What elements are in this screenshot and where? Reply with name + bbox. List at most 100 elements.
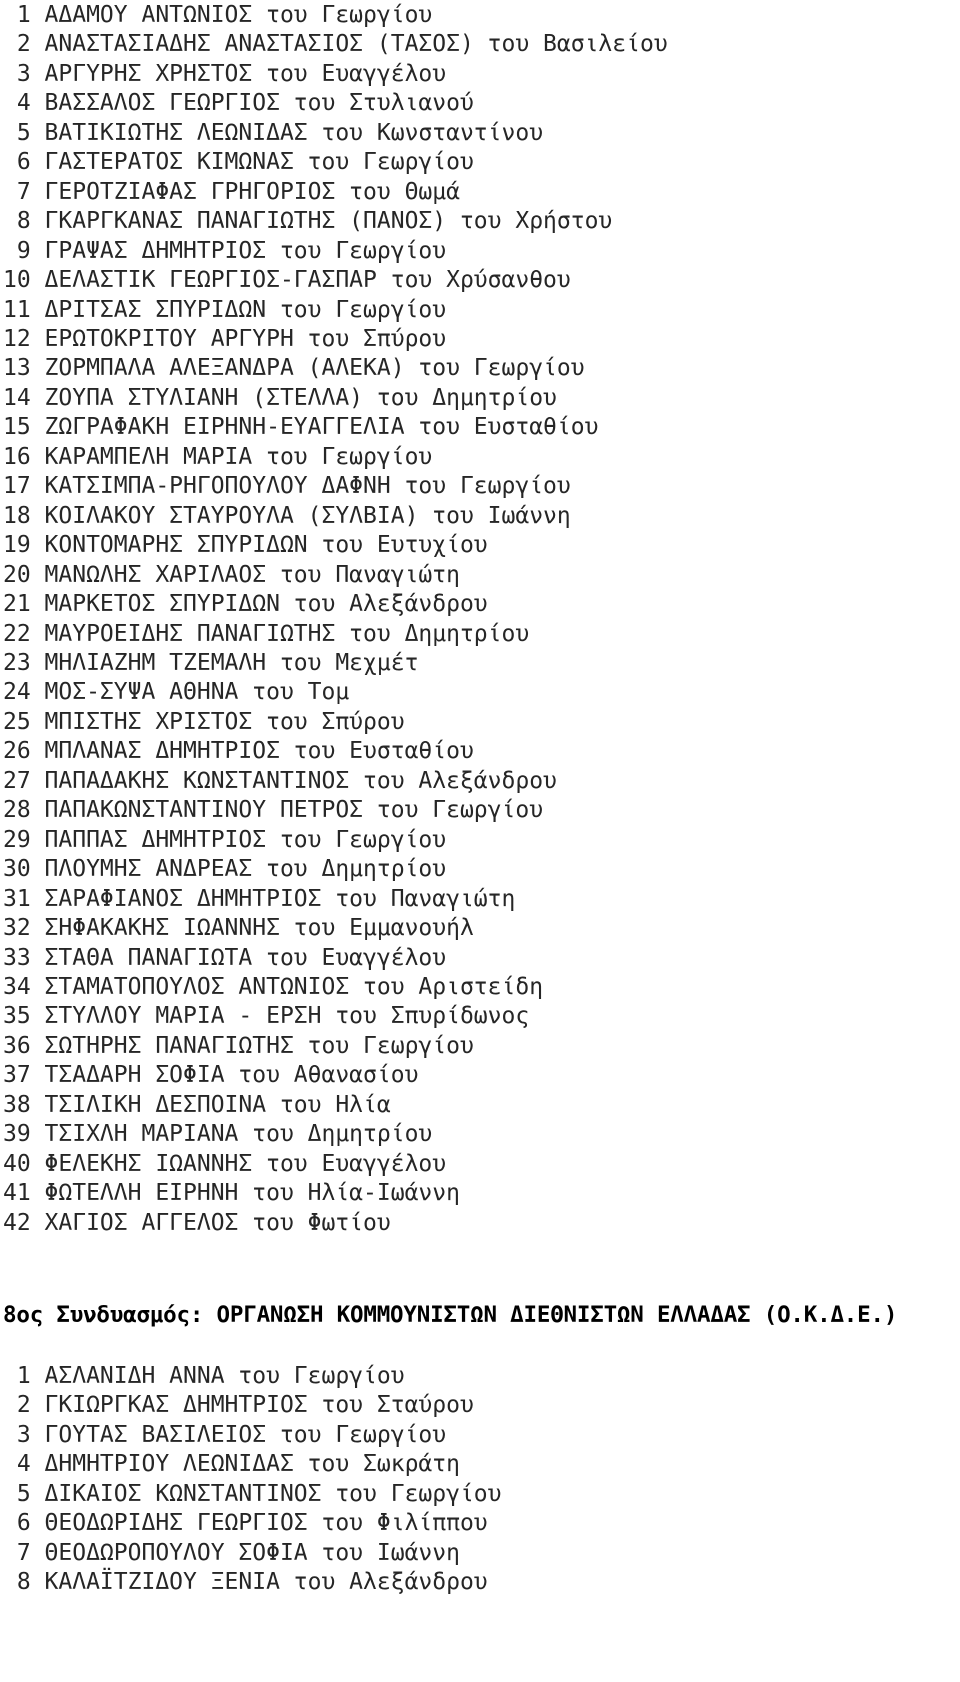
candidate-index: 15 xyxy=(3,414,31,441)
candidate-name: ΚΑΛΑΪΤΖΙΔΟΥ ΞΕΝΙΑ του Αλεξάνδρου xyxy=(44,1569,488,1596)
candidate-index: 24 xyxy=(3,679,31,706)
candidate-index: 30 xyxy=(3,856,31,883)
candidate-name: ΜΠΙΣΤΗΣ ΧΡΙΣΤΟΣ του Σπύρου xyxy=(44,708,405,735)
candidate-name: ΣΩΤΗΡΗΣ ΠΑΝΑΓΙΩΤΗΣ του Γεωργίου xyxy=(44,1032,474,1059)
candidate-index: 3 xyxy=(16,1421,31,1448)
candidate-row: 31 ΣΑΡΑΦΙΑΝΟΣ ΔΗΜΗΤΡΙΟΣ του Παναγιώτη xyxy=(3,885,960,914)
candidate-name: ΓΡΑΨΑΣ ΔΗΜΗΤΡΙΟΣ του Γεωργίου xyxy=(44,237,447,264)
candidate-index: 16 xyxy=(3,443,31,470)
candidate-row: 25 ΜΠΙΣΤΗΣ ΧΡΙΣΤΟΣ του Σπύρου xyxy=(3,708,960,737)
candidate-row: 13 ΖΟΡΜΠΑΛΑ ΑΛΕΞΑΝΔΡΑ (ΑΛΕΚΑ) του Γεωργί… xyxy=(3,354,960,383)
candidate-row: 7 ΓΕΡΟΤΖΙΑΦΑΣ ΓΡΗΓΟΡΙΟΣ του Θωμά xyxy=(3,178,960,207)
candidate-index: 18 xyxy=(3,502,31,529)
candidate-name: ΘΕΟΔΩΡΙΔΗΣ ΓΕΩΡΓΙΟΣ του Φιλίππου xyxy=(44,1510,488,1537)
candidate-name: ΘΕΟΔΩΡΟΠΟΥΛΟΥ ΣΟΦΙΑ του Ιωάννη xyxy=(44,1539,460,1566)
candidate-section-2: 1 ΑΣΛΑΝΙΔΗ ΑΝΝΑ του Γεωργίου 2 ΓΚΙΩΡΓΚΑΣ … xyxy=(0,1362,960,1598)
candidate-row: 20 ΜΑΝΩΛΗΣ ΧΑΡΙΛΑΟΣ του Παναγιώτη xyxy=(3,561,960,590)
candidate-row: 40 ΦΕΛΕΚΗΣ ΙΩΑΝΝΗΣ του Ευαγγέλου xyxy=(3,1150,960,1179)
candidate-row: 32 ΣΗΦΑΚΑΚΗΣ ΙΩΑΝΝΗΣ του Εμμανουήλ xyxy=(3,914,960,943)
candidate-index: 7 xyxy=(16,1539,31,1566)
candidate-name: ΔΡΙΤΣΑΣ ΣΠΥΡΙΔΩΝ του Γεωργίου xyxy=(44,296,447,323)
candidate-name: ΣΤΑΜΑΤΟΠΟΥΛΟΣ ΑΝΤΩΝΙΟΣ του Αριστείδη xyxy=(44,973,544,1000)
candidate-row: 12 ΕΡΩΤΟΚΡΙΤΟΥ ΑΡΓΥΡΗ του Σπύρου xyxy=(3,325,960,354)
candidate-row: 2 ΑΝΑΣΤΑΣΙΑΔΗΣ ΑΝΑΣΤΑΣΙΟΣ (ΤΑΣΟΣ) του Βα… xyxy=(3,30,960,59)
candidate-name: ΣΗΦΑΚΑΚΗΣ ΙΩΑΝΝΗΣ του Εμμανουήλ xyxy=(44,915,474,942)
candidate-row: 5 ΔΙΚΑΙΟΣ ΚΩΝΣΤΑΝΤΙΝΟΣ του Γεωργίου xyxy=(3,1480,960,1509)
candidate-index: 28 xyxy=(3,797,31,824)
candidate-index: 13 xyxy=(3,355,31,382)
candidate-index: 39 xyxy=(3,1121,31,1148)
candidate-index: 1 xyxy=(16,2,31,28)
candidate-index: 42 xyxy=(3,1209,31,1236)
candidate-row: 37 ΤΣΑΔΑΡΗ ΣΟΦΙΑ του Αθανασίου xyxy=(3,1061,960,1090)
candidate-index: 33 xyxy=(3,944,31,971)
candidate-row: 33 ΣΤΑΘΑ ΠΑΝΑΓΙΩΤΑ του Ευαγγέλου xyxy=(3,944,960,973)
candidate-index: 5 xyxy=(16,119,31,146)
candidate-name: ΠΑΠΠΑΣ ΔΗΜΗΤΡΙΟΣ του Γεωργίου xyxy=(44,826,447,853)
candidate-row: 7 ΘΕΟΔΩΡΟΠΟΥΛΟΥ ΣΟΦΙΑ του Ιωάννη xyxy=(3,1539,960,1568)
candidate-index: 2 xyxy=(16,31,31,58)
candidate-index: 7 xyxy=(16,178,31,205)
candidate-name: ΒΑΤΙΚΙΩΤΗΣ ΛΕΩΝΙΔΑΣ του Κωνσταντίνου xyxy=(44,119,544,146)
candidate-name: ΑΝΑΣΤΑΣΙΑΔΗΣ ΑΝΑΣΤΑΣΙΟΣ (ΤΑΣΟΣ) του Βασι… xyxy=(44,31,668,58)
candidate-index: 8 xyxy=(16,1569,31,1596)
candidate-name: ΜΑΥΡΟΕΙΔΗΣ ΠΑΝΑΓΙΩΤΗΣ του Δημητρίου xyxy=(44,620,530,647)
candidate-name: ΠΛΟΥΜΗΣ ΑΝΔΡΕΑΣ του Δημητρίου xyxy=(44,856,447,883)
candidate-row: 23 ΜΗΛΙΑΖΗΜ ΤΖΕΜΑΛΗ του Μεχμέτ xyxy=(3,649,960,678)
candidate-name: ΑΔΑΜΟΥ ΑΝΤΩΝΙΟΣ του Γεωργίου xyxy=(44,2,433,28)
heading-gap xyxy=(0,1331,960,1362)
candidate-name: ΣΤΥΛΛΟΥ ΜΑΡΙΑ - ΕΡΣΗ του Σπυρίδωνος xyxy=(44,1003,530,1030)
candidate-index: 26 xyxy=(3,738,31,765)
candidate-index: 23 xyxy=(3,649,31,676)
candidate-index: 9 xyxy=(16,237,31,264)
candidate-name: ΓΚΑΡΓΚΑΝΑΣ ΠΑΝΑΓΙΩΤΗΣ (ΠΑΝΟΣ) του Χρήστο… xyxy=(44,208,613,235)
candidate-row: 14 ΖΟΥΠΑ ΣΤΥΛΙΑΝΗ (ΣΤΕΛΛΑ) του Δημητρίου xyxy=(3,384,960,413)
candidate-index: 5 xyxy=(16,1480,31,1507)
candidate-row: 29 ΠΑΠΠΑΣ ΔΗΜΗΤΡΙΟΣ του Γεωργίου xyxy=(3,826,960,855)
candidate-name: ΜΑΡΚΕΤΟΣ ΣΠΥΡΙΔΩΝ του Αλεξάνδρου xyxy=(44,591,488,618)
candidate-index: 2 xyxy=(16,1392,31,1419)
candidate-row: 21 ΜΑΡΚΕΤΟΣ ΣΠΥΡΙΔΩΝ του Αλεξάνδρου xyxy=(3,590,960,619)
candidate-row: 34 ΣΤΑΜΑΤΟΠΟΥΛΟΣ ΑΝΤΩΝΙΟΣ του Αριστείδη xyxy=(3,973,960,1002)
candidate-row: 10 ΔΕΛΑΣΤΙΚ ΓΕΩΡΓΙΟΣ-ΓΑΣΠΑΡ του Χρύσανθο… xyxy=(3,266,960,295)
candidate-row: 28 ΠΑΠΑΚΩΝΣΤΑΝΤΙΝΟΥ ΠΕΤΡΟΣ του Γεωργίου xyxy=(3,796,960,825)
candidate-name: ΜΟΣ-ΣΥΨΑ ΑΘΗΝΑ του Τομ xyxy=(44,679,350,706)
candidate-index: 21 xyxy=(3,591,31,618)
candidate-index: 38 xyxy=(3,1091,31,1118)
candidate-row: 9 ΓΡΑΨΑΣ ΔΗΜΗΤΡΙΟΣ του Γεωργίου xyxy=(3,237,960,266)
candidate-name: ΖΟΡΜΠΑΛΑ ΑΛΕΞΑΝΔΡΑ (ΑΛΕΚΑ) του Γεωργίου xyxy=(44,355,585,382)
candidate-name: ΚΟΙΛΑΚΟΥ ΣΤΑΥΡΟΥΛΑ (ΣΥΛΒΙΑ) του Ιωάννη xyxy=(44,502,571,529)
candidate-row: 1 ΑΔΑΜΟΥ ΑΝΤΩΝΙΟΣ του Γεωργίου xyxy=(3,1,960,30)
candidate-index: 34 xyxy=(3,973,31,1000)
candidate-index: 6 xyxy=(16,1510,31,1537)
candidate-row: 22 ΜΑΥΡΟΕΙΔΗΣ ΠΑΝΑΓΙΩΤΗΣ του Δημητρίου xyxy=(3,620,960,649)
candidate-row: 42 ΧΑΓΙΟΣ ΑΓΓΕΛΟΣ του Φωτίου xyxy=(3,1209,960,1238)
candidate-name: ΔΗΜΗΤΡΙΟΥ ΛΕΩΝΙΔΑΣ του Σωκράτη xyxy=(44,1451,460,1478)
candidate-name: ΓΚΙΩΡΓΚΑΣ ΔΗΜΗΤΡΙΟΣ του Σταύρου xyxy=(44,1392,474,1419)
document-page: 1 ΑΔΑΜΟΥ ΑΝΤΩΝΙΟΣ του Γεωργίου 2 ΑΝΑΣΤΑΣΙ… xyxy=(0,0,960,1682)
candidate-index: 12 xyxy=(3,325,31,352)
candidate-index: 6 xyxy=(16,149,31,176)
candidate-row: 41 ΦΩΤΕΛΛΗ ΕΙΡΗΝΗ του Ηλία-Ιωάννη xyxy=(3,1179,960,1208)
candidate-row: 6 ΘΕΟΔΩΡΙΔΗΣ ΓΕΩΡΓΙΟΣ του Φιλίππου xyxy=(3,1509,960,1538)
candidate-row: 2 ΓΚΙΩΡΓΚΑΣ ΔΗΜΗΤΡΙΟΣ του Σταύρου xyxy=(3,1391,960,1420)
party-heading: 8ος Συνδυασμός: ΟΡΓΑΝΩΣΗ ΚΟΜΜΟΥΝΙΣΤΩΝ ΔΙ… xyxy=(3,1302,898,1329)
candidate-index: 1 xyxy=(16,1363,31,1390)
candidate-index: 37 xyxy=(3,1062,31,1089)
candidate-index: 20 xyxy=(3,561,31,588)
candidate-name: ΓΟΥΤΑΣ ΒΑΣΙΛΕΙΟΣ του Γεωργίου xyxy=(44,1421,447,1448)
candidate-row: 24 ΜΟΣ-ΣΥΨΑ ΑΘΗΝΑ του Τομ xyxy=(3,678,960,707)
candidate-name: ΤΣΙΧΛΗ ΜΑΡΙΑΝΑ του Δημητρίου xyxy=(44,1121,433,1148)
candidate-row: 27 ΠΑΠΑΔΑΚΗΣ ΚΩΝΣΤΑΝΤΙΝΟΣ του Αλεξάνδρου xyxy=(3,767,960,796)
candidate-name: ΖΩΓΡΑΦΑΚΗ ΕΙΡΗΝΗ-ΕΥΑΓΓΕΛΙΑ του Ευσταθίου xyxy=(44,414,599,441)
candidate-name: ΓΑΣΤΕΡΑΤΟΣ ΚΙΜΩΝΑΣ του Γεωργίου xyxy=(44,149,474,176)
candidate-row: 4 ΔΗΜΗΤΡΙΟΥ ΛΕΩΝΙΔΑΣ του Σωκράτη xyxy=(3,1450,960,1479)
candidate-name: ΔΕΛΑΣΤΙΚ ΓΕΩΡΓΙΟΣ-ΓΑΣΠΑΡ του Χρύσανθου xyxy=(44,267,571,294)
candidate-name: ΜΑΝΩΛΗΣ ΧΑΡΙΛΑΟΣ του Παναγιώτη xyxy=(44,561,460,588)
candidate-index: 3 xyxy=(16,60,31,87)
candidate-name: ΠΑΠΑΚΩΝΣΤΑΝΤΙΝΟΥ ΠΕΤΡΟΣ του Γεωργίου xyxy=(44,797,544,824)
candidate-row: 5 ΒΑΤΙΚΙΩΤΗΣ ΛΕΩΝΙΔΑΣ του Κωνσταντίνου xyxy=(3,119,960,148)
candidate-index: 31 xyxy=(3,885,31,912)
candidate-name: ΒΑΣΣΑΛΟΣ ΓΕΩΡΓΙΟΣ του Στυλιανού xyxy=(44,90,474,117)
